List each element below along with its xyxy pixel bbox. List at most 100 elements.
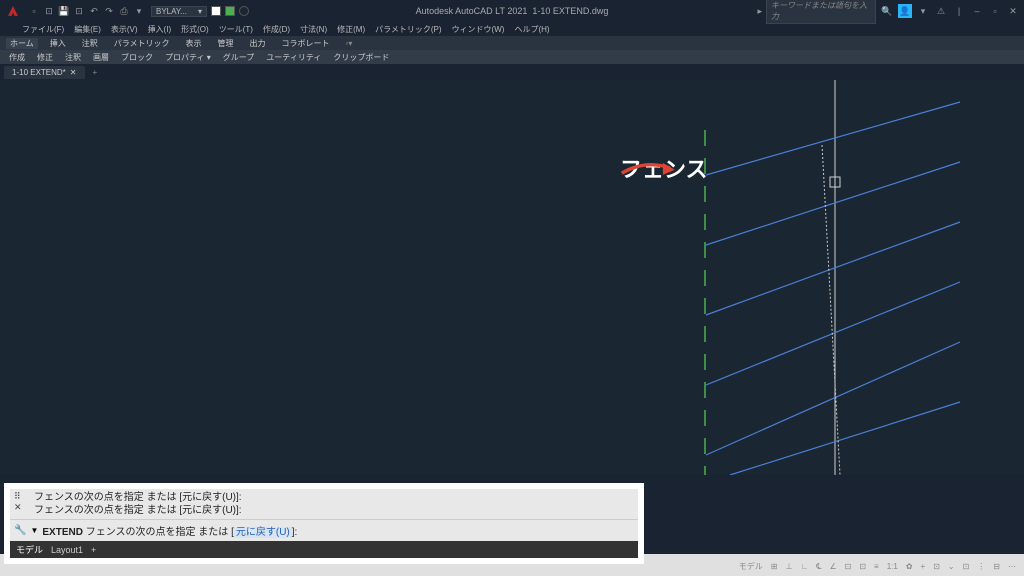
panel-draw[interactable]: 作成: [6, 52, 28, 63]
panel-block[interactable]: ブロック: [118, 52, 156, 63]
menu-file[interactable]: ファイル(F): [22, 24, 64, 35]
new-file-tab-button[interactable]: +: [89, 68, 102, 77]
color-swatch-green[interactable]: [225, 6, 235, 16]
layer-name: BYLAY...: [156, 7, 187, 16]
cmd-dropdown-icon[interactable]: ▼: [30, 526, 38, 535]
menu-modify[interactable]: 修正(M): [337, 24, 365, 35]
menu-help[interactable]: ヘルプ(H): [514, 24, 549, 35]
history-drag-icon[interactable]: ⠿: [14, 491, 34, 502]
ribbon-tab-view[interactable]: 表示: [182, 38, 206, 49]
status-bar-right: モデル ⊞ ⊥ ∟ ℄ ∠ ⊡ ⊡ ≡ 1:1 ✿ + ⊡ ⌄ ⊡ ⋮ ⊟ ⋯: [737, 561, 1018, 572]
layout-tab-bar: モデル Layout1 +: [10, 541, 638, 558]
search-icon[interactable]: 🔍: [880, 5, 894, 17]
status-grid-icon[interactable]: ⊞: [769, 562, 780, 571]
menu-dimension[interactable]: 寸法(N): [300, 24, 327, 35]
title-bar: ▫ ⊡ 💾 ⊡ ↶ ↷ ⎙ ▾ BYLAY...▾ Autodesk AutoC…: [0, 0, 1024, 22]
status-3dosnap-icon[interactable]: ⊡: [843, 562, 854, 571]
bylayer-circle[interactable]: [239, 6, 249, 16]
panel-layers[interactable]: 画層: [90, 52, 112, 63]
layout-tab-layout1[interactable]: Layout1: [51, 545, 83, 555]
app-logo: [6, 4, 20, 18]
status-plus-icon[interactable]: +: [919, 562, 928, 571]
window-title: Autodesk AutoCAD LT 2021 1-10 EXTEND.dwg: [416, 6, 609, 16]
command-panel: ⠿ ✕ フェンスの次の点を指定 または [元に戻す(U)]: フェンスの次の点を…: [4, 483, 644, 564]
layer-selector[interactable]: BYLAY...▾: [151, 6, 249, 17]
file-tab-name: 1-10 EXTEND*: [12, 68, 66, 77]
qat-print-icon[interactable]: ⎙: [118, 5, 130, 17]
status-trans-icon[interactable]: ≡: [872, 562, 881, 571]
qat-saveas-icon[interactable]: ⊡: [73, 5, 85, 17]
ribbon-tab-annotate[interactable]: 注釈: [78, 38, 102, 49]
warning-icon[interactable]: ⚠: [934, 5, 948, 17]
history-line-1: フェンスの次の点を指定 または [元に戻す(U)]:: [34, 491, 242, 504]
qat-redo-icon[interactable]: ↷: [103, 5, 115, 17]
ribbon-tab-manage[interactable]: 管理: [214, 38, 238, 49]
ribbon-tab-home[interactable]: ホーム: [6, 38, 38, 49]
file-tab-active[interactable]: 1-10 EXTEND* ✕: [4, 66, 85, 79]
ribbon-tab-insert[interactable]: 挿入: [46, 38, 70, 49]
history-close-icon[interactable]: ✕: [14, 502, 34, 513]
maximize-button[interactable]: ▫: [988, 5, 1002, 17]
command-history: ⠿ ✕ フェンスの次の点を指定 または [元に戻す(U)]: フェンスの次の点を…: [10, 489, 638, 519]
command-input-row[interactable]: 🔧 ▼ EXTEND フェンスの次の点を指定 または [元に戻す(U)]:: [10, 519, 638, 541]
panel-modify[interactable]: 修正: [34, 52, 56, 63]
panel-props[interactable]: プロパティ ▾: [162, 52, 214, 63]
arrow-icon: [620, 152, 680, 184]
status-units-icon[interactable]: ⌄: [946, 562, 957, 571]
help-dropdown[interactable]: ▾: [916, 5, 930, 17]
status-ortho-icon[interactable]: ∟: [798, 562, 810, 571]
user-icon[interactable]: 👤: [898, 4, 912, 18]
layout-tab-add[interactable]: +: [91, 545, 96, 555]
status-clean-icon[interactable]: ⊟: [991, 562, 1002, 571]
close-button[interactable]: ✕: [1006, 5, 1020, 17]
command-name: EXTEND: [42, 527, 83, 538]
menu-draw[interactable]: 作成(D): [263, 24, 290, 35]
menu-window[interactable]: ウィンドウ(W): [452, 24, 505, 35]
qat-more-icon[interactable]: ▾: [133, 5, 145, 17]
command-option[interactable]: 元に戻す(U): [234, 527, 292, 538]
status-menu-icon[interactable]: ⋯: [1006, 562, 1018, 571]
status-qp-icon[interactable]: ⊡: [931, 562, 942, 571]
separator: |: [952, 5, 966, 17]
status-model[interactable]: モデル: [737, 561, 765, 572]
ribbon-panels: 作成 修正 注釈 画層 ブロック プロパティ ▾ グループ ユーティリティ クリ…: [0, 50, 1024, 64]
panel-groups[interactable]: グループ: [220, 52, 258, 63]
menu-view[interactable]: 表示(V): [111, 24, 138, 35]
status-polar-icon[interactable]: ℄: [814, 562, 823, 571]
panel-clip[interactable]: クリップボード: [330, 52, 392, 63]
file-tab-close-icon[interactable]: ✕: [70, 68, 77, 77]
qat-save-icon[interactable]: 💾: [58, 5, 70, 17]
ribbon-tab-collab[interactable]: コラボレート: [278, 38, 334, 49]
search-input[interactable]: キーワードまたは語句を入力: [766, 0, 876, 24]
minimize-button[interactable]: –: [970, 5, 984, 17]
menu-edit[interactable]: 編集(E): [74, 24, 101, 35]
qat-open-icon[interactable]: ⊡: [43, 5, 55, 17]
qat-undo-icon[interactable]: ↶: [88, 5, 100, 17]
file-tab-bar: 1-10 EXTEND* ✕ +: [0, 64, 1024, 80]
status-iso-icon[interactable]: ⊡: [961, 562, 972, 571]
status-custom-icon[interactable]: ⋮: [975, 562, 987, 571]
annotation-label: フェンス: [620, 152, 708, 184]
menu-parametric[interactable]: パラメトリック(P): [375, 24, 441, 35]
ribbon-tab-more[interactable]: ▫▾: [342, 39, 357, 48]
qat-new-icon[interactable]: ▫: [28, 5, 40, 17]
drawing-canvas[interactable]: フェンス: [0, 80, 1024, 475]
status-scale[interactable]: 1:1: [885, 562, 900, 571]
status-snap-icon[interactable]: ⊥: [783, 562, 794, 571]
color-swatch-white[interactable]: [211, 6, 221, 16]
wrench-icon[interactable]: 🔧: [14, 525, 26, 536]
status-osnap-icon[interactable]: ∠: [827, 562, 838, 571]
status-lwt-icon[interactable]: ⊡: [857, 562, 868, 571]
menu-tools[interactable]: ツール(T): [219, 24, 253, 35]
menu-format[interactable]: 形式(O): [181, 24, 209, 35]
layout-tab-model[interactable]: モデル: [16, 543, 43, 556]
ribbon-tab-parametric[interactable]: パラメトリック: [110, 38, 174, 49]
history-line-2: フェンスの次の点を指定 または [元に戻す(U)]:: [34, 504, 242, 517]
status-gear-icon[interactable]: ✿: [904, 562, 915, 571]
ribbon-tab-output[interactable]: 出力: [246, 38, 270, 49]
panel-annot[interactable]: 注釈: [62, 52, 84, 63]
menu-bar: ファイル(F) 編集(E) 表示(V) 挿入(I) 形式(O) ツール(T) 作…: [0, 22, 1024, 36]
panel-util[interactable]: ユーティリティ: [263, 52, 324, 63]
ribbon-tabs: ホーム 挿入 注釈 パラメトリック 表示 管理 出力 コラボレート ▫▾: [0, 36, 1024, 50]
menu-insert[interactable]: 挿入(I): [148, 24, 172, 35]
